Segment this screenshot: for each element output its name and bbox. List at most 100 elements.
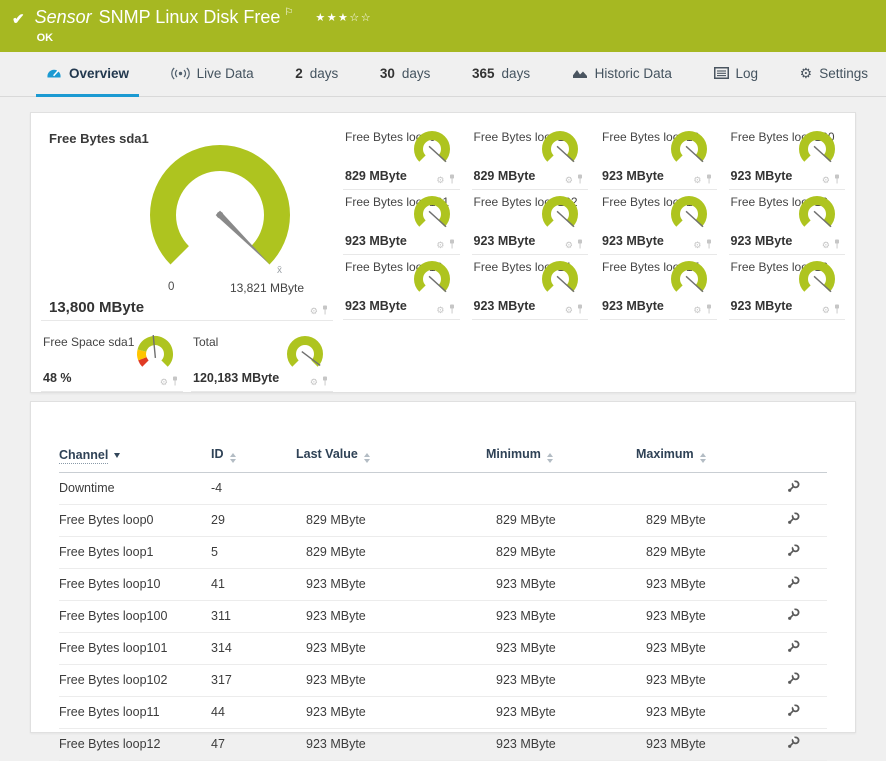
edit-channel-button[interactable] (786, 479, 801, 497)
maximum-cell: 923 MByte (636, 569, 786, 601)
gear-icon[interactable]: ⚙ (693, 306, 701, 315)
gear-icon[interactable]: ⚙ (822, 241, 830, 250)
table-row-free-bytes-loop100: Free Bytes loop100311923 MByte923 MByte9… (59, 601, 827, 633)
pin-icon[interactable] (833, 174, 841, 186)
main-gauge-dial: x̄ (136, 139, 304, 286)
pin-icon[interactable] (448, 174, 456, 186)
tab-settings[interactable]: ⚙Settings (790, 52, 878, 97)
gear-icon[interactable]: ⚙ (822, 306, 830, 315)
column-header-id[interactable]: ID (211, 442, 296, 473)
main-gauge-cell[interactable]: Free Bytes sda1 x̄ 0 13,821 MByte 13,800… (41, 125, 333, 321)
flag-icon[interactable]: ⚐ (284, 7, 293, 18)
gear-icon[interactable]: ⚙ (310, 307, 318, 316)
pin-icon[interactable] (321, 305, 329, 317)
tab-log[interactable]: Log (704, 52, 769, 97)
tab-historic-data[interactable]: Historic Data (562, 52, 682, 97)
gauge-cell-free-bytes-loop11[interactable]: Free Bytes loop11923 MByte⚙ (600, 190, 717, 255)
gauge-cell-free-bytes-loop12[interactable]: Free Bytes loop12923 MByte⚙ (729, 190, 846, 255)
gauge-cell-free-bytes-loop13[interactable]: Free Bytes loop13923 MByte⚙ (343, 255, 460, 320)
maximum-cell: 829 MByte (636, 505, 786, 537)
gauge-cell-free-space-sda1[interactable]: Free Space sda148 %⚙ (41, 330, 183, 392)
gauge-value: 829 MByte (474, 169, 536, 183)
gauge-dial-graphic (791, 258, 839, 300)
tab-live-data[interactable]: Live Data (161, 52, 264, 97)
sort-icon (547, 453, 553, 463)
channel-cell: Downtime (59, 473, 211, 505)
gauge-dial-graphic (791, 193, 839, 235)
pin-icon[interactable] (576, 239, 584, 251)
tab-2-days[interactable]: 2days (285, 52, 348, 97)
id-cell: 44 (211, 697, 296, 729)
gauge-cell-free-bytes-loop15[interactable]: Free Bytes loop15923 MByte⚙ (600, 255, 717, 320)
gear-icon[interactable]: ⚙ (436, 241, 444, 250)
id-cell: 311 (211, 601, 296, 633)
gauge-actions: ⚙ (822, 174, 841, 186)
tab-30-days[interactable]: 30days (370, 52, 441, 97)
pin-icon[interactable] (171, 376, 179, 388)
gear-icon[interactable]: ⚙ (436, 176, 444, 185)
gauge-dial (406, 258, 454, 305)
id-cell: 29 (211, 505, 296, 537)
minimum-cell: 923 MByte (486, 729, 636, 761)
priority-stars[interactable]: ★★★☆☆ (315, 11, 372, 24)
gear-icon[interactable]: ⚙ (565, 306, 573, 315)
column-label: Channel (59, 448, 108, 464)
gauge-dial-graphic (534, 128, 582, 170)
pin-icon[interactable] (705, 239, 713, 251)
pin-icon[interactable] (705, 304, 713, 316)
edit-channel-button[interactable] (786, 735, 801, 753)
pin-icon[interactable] (448, 239, 456, 251)
pin-icon[interactable] (705, 174, 713, 186)
pin-icon[interactable] (448, 304, 456, 316)
channel-table-panel: Channel IDLast ValueMinimumMaximum Downti… (30, 401, 856, 733)
column-header-last-value[interactable]: Last Value (296, 442, 486, 473)
gauge-dial-graphic (406, 258, 454, 300)
tab-overview[interactable]: Overview (36, 52, 139, 97)
edit-channel-button[interactable] (786, 511, 801, 529)
edit-channel-button[interactable] (786, 671, 801, 689)
sensor-header: ✔ Sensor SNMP Linux Disk Free ⚐ ★★★☆☆ OK (0, 0, 886, 52)
pin-icon[interactable] (321, 376, 329, 388)
gauge-cell-free-bytes-loop101[interactable]: Free Bytes loop101923 MByte⚙ (343, 190, 460, 255)
gauge-cell-free-bytes-loop100[interactable]: Free Bytes loop100923 MByte⚙ (729, 125, 846, 190)
edit-channel-button[interactable] (786, 703, 801, 721)
gauge-value: 829 MByte (345, 169, 407, 183)
pin-icon[interactable] (833, 304, 841, 316)
gear-icon[interactable]: ⚙ (565, 241, 573, 250)
tab-365-days[interactable]: 365days (462, 52, 540, 97)
gauge-dial (534, 258, 582, 305)
gear-icon[interactable]: ⚙ (160, 378, 168, 387)
gear-icon[interactable]: ⚙ (310, 378, 318, 387)
last-value-cell: 923 MByte (296, 601, 486, 633)
edit-channel-button[interactable] (786, 607, 801, 625)
edit-channel-button[interactable] (786, 575, 801, 593)
gauge-cell-free-bytes-loop14[interactable]: Free Bytes loop14923 MByte⚙ (472, 255, 589, 320)
edit-channel-button[interactable] (786, 639, 801, 657)
column-header-minimum[interactable]: Minimum (486, 442, 636, 473)
gear-icon[interactable]: ⚙ (693, 176, 701, 185)
gauge-cell-free-bytes-loop0[interactable]: Free Bytes loop0829 MByte⚙ (343, 125, 460, 190)
edit-channel-button[interactable] (786, 543, 801, 561)
broadcast-icon (171, 67, 190, 80)
gear-icon[interactable]: ⚙ (693, 241, 701, 250)
minimum-cell: 923 MByte (486, 601, 636, 633)
pin-icon[interactable] (576, 174, 584, 186)
gauge-actions: ⚙ (436, 174, 455, 186)
gear-icon[interactable]: ⚙ (822, 176, 830, 185)
channel-cell: Free Bytes loop12 (59, 729, 211, 761)
gear-icon[interactable]: ⚙ (565, 176, 573, 185)
pin-icon[interactable] (833, 239, 841, 251)
gauge-cell-total[interactable]: Total120,183 MByte⚙ (191, 330, 333, 392)
gauge-dial-graphic (791, 128, 839, 170)
pin-icon[interactable] (576, 304, 584, 316)
maximum-cell: 923 MByte (636, 729, 786, 761)
column-header-maximum[interactable]: Maximum (636, 442, 786, 473)
column-header-channel[interactable]: Channel (59, 442, 211, 473)
gauge-cell-free-bytes-loop10[interactable]: Free Bytes loop10923 MByte⚙ (600, 125, 717, 190)
gauge-cell-free-bytes-loop1[interactable]: Free Bytes loop1829 MByte⚙ (472, 125, 589, 190)
gear-icon[interactable]: ⚙ (436, 306, 444, 315)
gauge-actions: ⚙ (565, 304, 584, 316)
gauge-value: 923 MByte (602, 234, 664, 248)
gauge-cell-free-bytes-loop16[interactable]: Free Bytes loop16923 MByte⚙ (729, 255, 846, 320)
gauge-cell-free-bytes-loop102[interactable]: Free Bytes loop102923 MByte⚙ (472, 190, 589, 255)
